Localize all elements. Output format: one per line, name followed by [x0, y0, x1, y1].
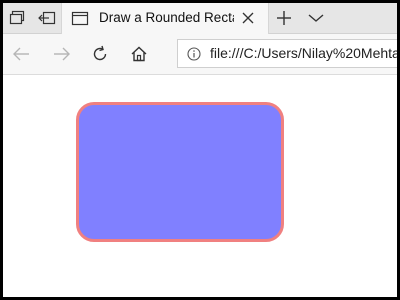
navigation-bar: file:///C:/Users/Nilay%20Mehta/ — [3, 34, 397, 75]
active-tab[interactable]: Draw a Rounded Rectar — [61, 3, 269, 34]
tab-strip: Draw a Rounded Rectar — [3, 3, 397, 34]
info-icon[interactable] — [187, 46, 201, 65]
tab-menu-icon[interactable] — [303, 3, 329, 33]
tab-preview-icon[interactable] — [3, 3, 31, 33]
tab-title: Draw a Rounded Rectar — [99, 10, 234, 25]
set-aside-tabs-icon[interactable] — [33, 3, 61, 33]
new-tab-icon[interactable] — [271, 3, 297, 33]
page-icon — [71, 11, 89, 30]
url-text[interactable]: file:///C:/Users/Nilay%20Mehta/ — [210, 45, 397, 61]
browser-window: Draw a Rounded Rectar file:///C:/Users/N… — [3, 3, 397, 297]
rounded-rectangle — [76, 102, 284, 242]
back-arrow-icon[interactable] — [7, 40, 35, 68]
home-icon[interactable] — [125, 40, 153, 68]
refresh-icon[interactable] — [86, 40, 114, 68]
address-bar[interactable]: file:///C:/Users/Nilay%20Mehta/ — [177, 39, 397, 68]
page-content — [3, 75, 397, 297]
forward-arrow-icon[interactable] — [48, 40, 76, 68]
close-icon[interactable] — [238, 8, 258, 28]
